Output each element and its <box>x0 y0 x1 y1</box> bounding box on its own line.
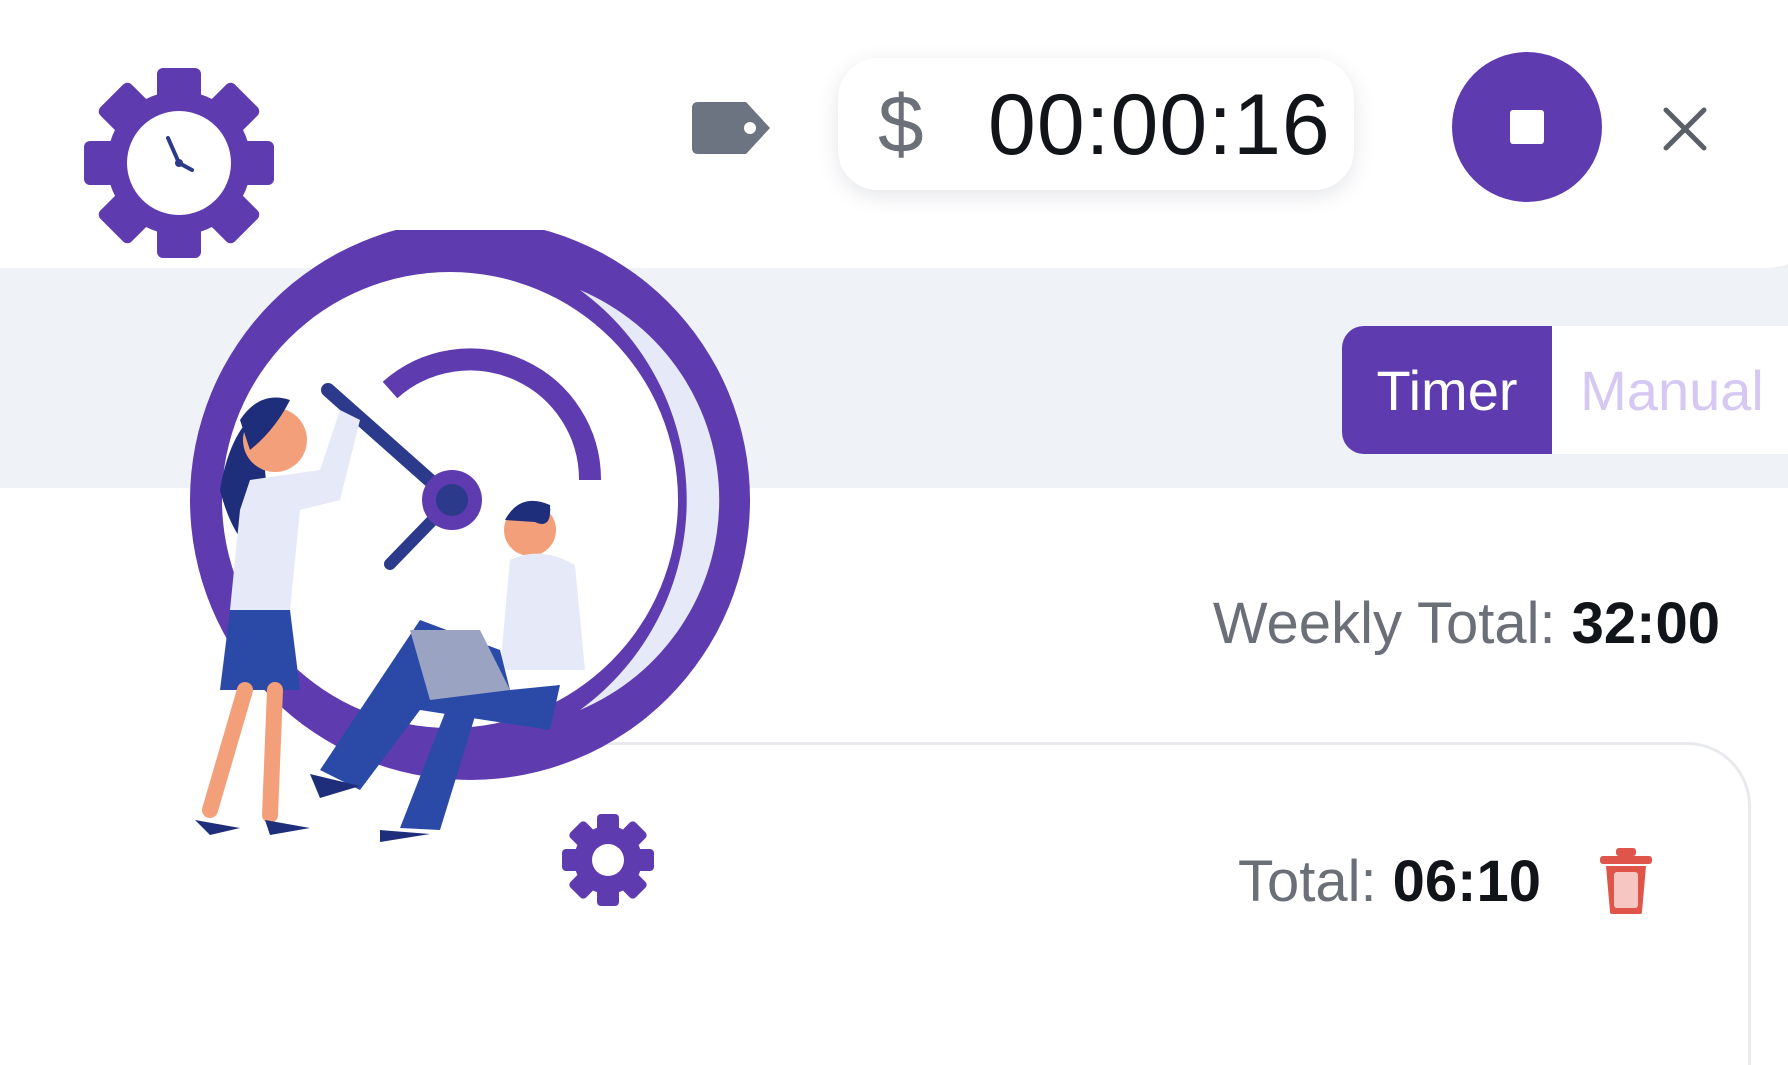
weekly-total-value: 32:00 <box>1571 591 1720 656</box>
stop-button[interactable] <box>1452 52 1602 202</box>
day-entry-card <box>600 742 1751 1065</box>
timer-display: 00:00:16 <box>988 77 1331 173</box>
weekly-total-label: Weekly Total: <box>1212 591 1556 656</box>
day-total-label: Total: <box>1238 849 1377 914</box>
billable-toggle[interactable]: $ <box>878 78 924 172</box>
day-total: Total: 06:10 <box>1238 848 1541 915</box>
mode-toggle: Timer Manual <box>1342 326 1788 454</box>
clock-people-illustration <box>190 230 750 842</box>
stop-icon <box>1510 110 1544 144</box>
weekly-total: Weekly Total: 32:00 <box>1213 590 1720 657</box>
trash-icon[interactable] <box>1596 846 1656 916</box>
tag-icon[interactable] <box>690 100 772 156</box>
day-total-value: 06:10 <box>1392 849 1541 914</box>
tab-timer[interactable]: Timer <box>1342 326 1552 454</box>
close-icon[interactable] <box>1660 104 1710 154</box>
tab-manual[interactable]: Manual <box>1552 326 1788 454</box>
